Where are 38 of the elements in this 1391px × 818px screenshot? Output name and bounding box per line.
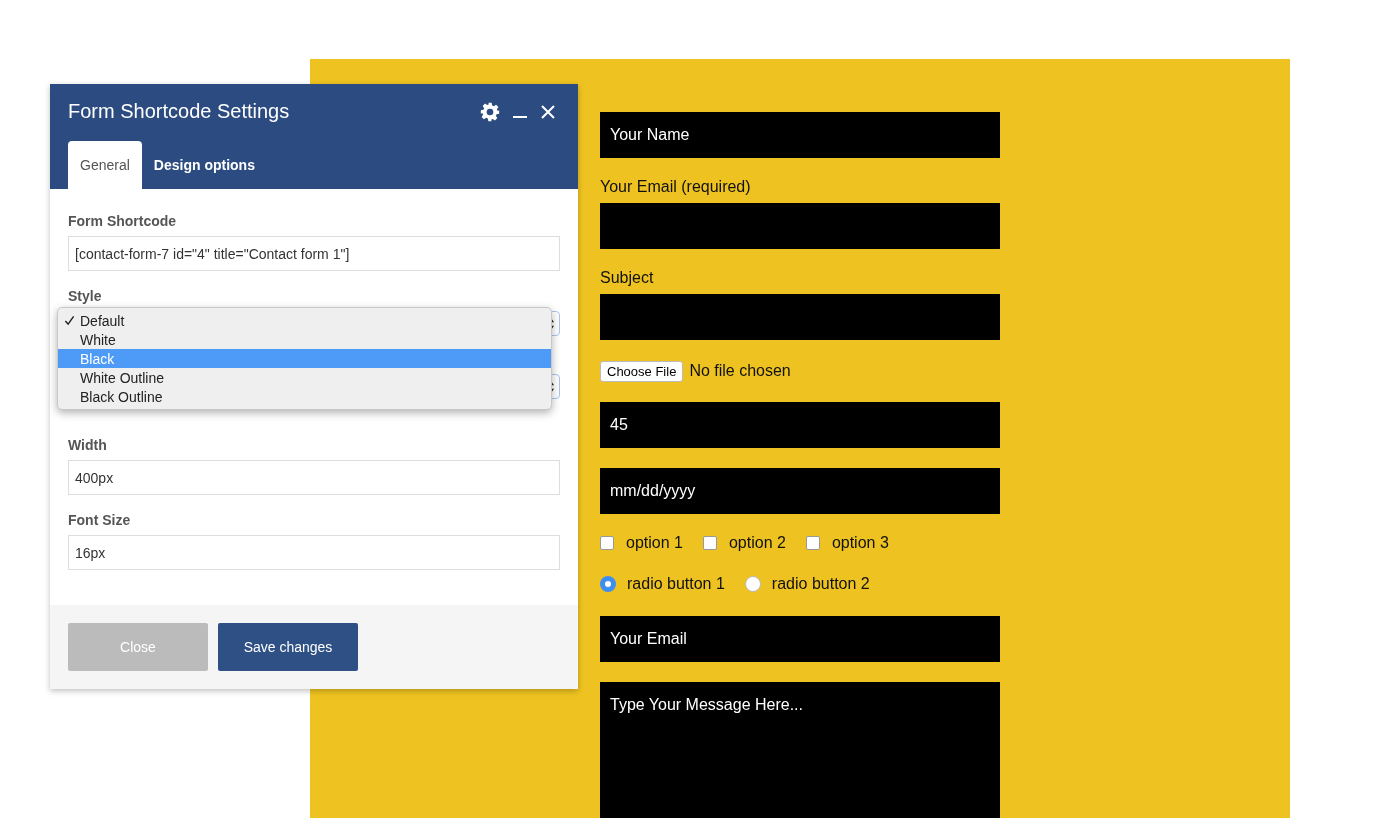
input-field[interactable] <box>600 294 1000 340</box>
radio-label: radio button 1 <box>627 575 725 593</box>
input-field[interactable]: 16px <box>68 535 560 570</box>
field-label: Width <box>68 437 108 453</box>
tab[interactable]: Design options <box>141 141 267 189</box>
dialog-title: Form Shortcode Settings <box>68 100 290 123</box>
field-label: Style <box>68 288 103 304</box>
field-label: Subject <box>600 269 655 287</box>
radio-label: radio button 2 <box>771 575 870 593</box>
message-field[interactable]: Type Your Message Here... <box>600 682 1000 818</box>
file-status: No file chosen <box>689 362 791 380</box>
input-field[interactable]: mm/dd/yyyy <box>600 468 1000 514</box>
choose-file-button[interactable]: Choose File <box>600 360 684 382</box>
checkbox[interactable] <box>600 536 614 550</box>
menu-option[interactable]: White Outline <box>58 368 551 387</box>
radio-button[interactable] <box>744 576 761 592</box>
radio-button[interactable] <box>600 576 616 592</box>
menu-option[interactable]: White <box>58 330 551 349</box>
tab[interactable]: General <box>68 141 142 189</box>
checkbox-label: option 3 <box>831 534 889 552</box>
field-label: Form Shortcode <box>68 213 178 229</box>
field-label: Your Email (required) <box>600 178 752 196</box>
input-field[interactable]: 45 <box>600 402 1000 448</box>
input-field[interactable]: [contact-form-7 id="4" title="Contact form 1"] <box>68 236 560 271</box>
checkbox[interactable] <box>805 536 820 550</box>
input-field[interactable]: Your Email <box>600 616 1000 662</box>
checkbox[interactable] <box>702 536 717 550</box>
input-field[interactable]: Your Name <box>600 112 1000 158</box>
menu-option[interactable]: Default <box>58 311 551 330</box>
close-icon[interactable] <box>540 103 556 120</box>
settings-icon[interactable] <box>480 101 500 122</box>
input-field[interactable]: 400px <box>68 460 560 495</box>
input-field[interactable] <box>600 203 1000 249</box>
save-button[interactable]: Save changes <box>218 623 358 671</box>
checkbox-label: option 1 <box>626 534 683 552</box>
menu-option[interactable]: Black Outline <box>58 387 551 406</box>
field-label: Font Size <box>68 512 132 528</box>
checkbox-label: option 2 <box>728 534 786 552</box>
